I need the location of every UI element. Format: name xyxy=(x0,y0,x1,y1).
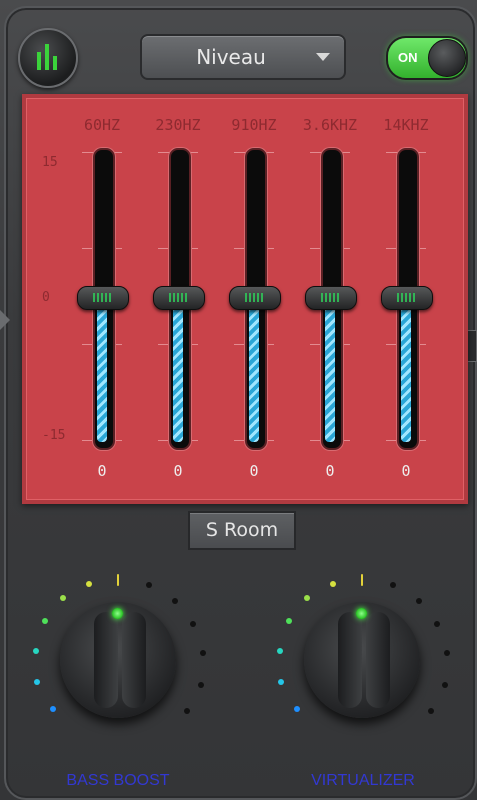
band-gain-value: 0 xyxy=(173,462,183,480)
slider-fill xyxy=(401,302,411,442)
level-dot xyxy=(444,650,450,656)
level-dot xyxy=(172,598,178,604)
level-dot xyxy=(278,679,284,685)
band-gain-value: 0 xyxy=(401,462,411,480)
level-dot xyxy=(330,581,336,587)
band-freq-label: 910HZ xyxy=(231,116,277,134)
preset-label: Niveau xyxy=(196,45,266,69)
band-gain-value: 0 xyxy=(325,462,335,480)
slider-fill xyxy=(325,302,335,442)
bass-boost-knob-group xyxy=(20,568,220,738)
band-freq-label: 3.6KHZ xyxy=(302,116,358,134)
bass-boost-label: BASS BOOST xyxy=(66,772,170,789)
dropdown-caret-icon xyxy=(316,53,330,61)
level-marker xyxy=(361,574,363,586)
band-freq-label: 60HZ xyxy=(83,116,121,134)
app-window: Niveau ON 60HZ 230HZ 910HZ 3.6KHZ 14KHZ … xyxy=(0,0,477,800)
band-slider-910hz[interactable] xyxy=(229,148,281,450)
level-dot xyxy=(60,595,66,601)
led-indicator-icon xyxy=(112,608,123,619)
level-dot xyxy=(442,682,448,688)
scale-max-label: 15 xyxy=(42,155,58,170)
band-gain-value: 0 xyxy=(97,462,107,480)
band-slider-60hz[interactable] xyxy=(77,148,129,450)
frame-notch-left xyxy=(0,310,10,330)
equalizer-icon[interactable] xyxy=(18,28,78,88)
slider-thumb[interactable] xyxy=(381,286,433,310)
preset-dropdown[interactable]: Niveau xyxy=(140,34,346,80)
level-dot xyxy=(190,621,196,627)
reverb-preset-button[interactable]: S Room xyxy=(188,511,296,550)
slider-fill xyxy=(97,302,107,442)
level-dot xyxy=(86,581,92,587)
level-dot xyxy=(286,618,292,624)
level-dot xyxy=(184,708,190,714)
level-dot xyxy=(34,679,40,685)
level-dot xyxy=(42,618,48,624)
band-slider-230hz[interactable] xyxy=(153,148,205,450)
toggle-label: ON xyxy=(398,50,418,65)
scale-min-label: -15 xyxy=(42,428,66,443)
level-marker xyxy=(117,574,119,586)
slider-thumb[interactable] xyxy=(305,286,357,310)
toggle-knob xyxy=(428,39,466,77)
level-dot xyxy=(200,650,206,656)
slider-thumb[interactable] xyxy=(229,286,281,310)
band-slider-3-6khz[interactable] xyxy=(305,148,357,450)
frame-notch-right xyxy=(467,330,477,362)
level-dot xyxy=(428,708,434,714)
level-dot xyxy=(390,582,396,588)
level-dot xyxy=(294,706,300,712)
led-indicator-icon xyxy=(356,608,367,619)
band-freq-label: 14KHZ xyxy=(383,116,429,134)
scale-zero-label: 0 xyxy=(42,290,50,305)
level-dot xyxy=(416,598,422,604)
virtualizer-knob[interactable] xyxy=(304,602,420,718)
band-slider-14khz[interactable] xyxy=(381,148,433,450)
band-gain-value: 0 xyxy=(249,462,259,480)
level-dot xyxy=(146,582,152,588)
level-dot xyxy=(50,706,56,712)
slider-thumb[interactable] xyxy=(153,286,205,310)
virtualizer-label: VIRTUALIZER xyxy=(311,772,415,789)
level-dot xyxy=(434,621,440,627)
level-dot xyxy=(304,595,310,601)
virtualizer-knob-group xyxy=(264,568,464,738)
band-freq-label: 230HZ xyxy=(155,116,201,134)
power-toggle[interactable]: ON xyxy=(386,36,468,80)
bass-boost-knob[interactable] xyxy=(60,602,176,718)
level-dot xyxy=(277,648,283,654)
slider-thumb[interactable] xyxy=(77,286,129,310)
slider-fill xyxy=(173,302,183,442)
level-dot xyxy=(198,682,204,688)
level-dot xyxy=(33,648,39,654)
slider-fill xyxy=(249,302,259,442)
